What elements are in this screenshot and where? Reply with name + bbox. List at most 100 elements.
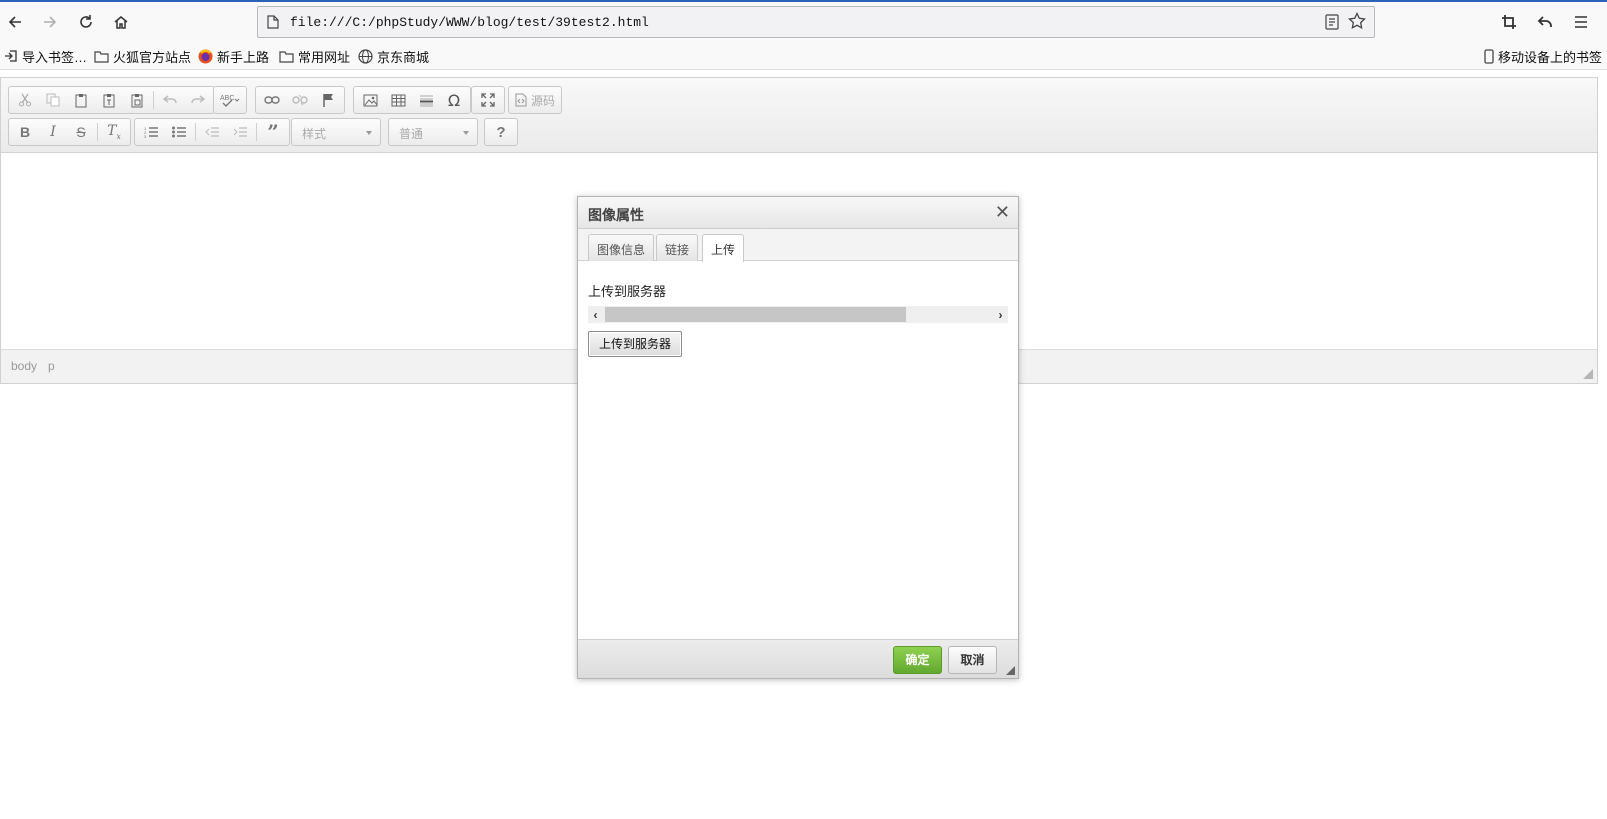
bookmark-label: 京东商城: [377, 49, 430, 65]
italic-icon[interactable]: I: [39, 120, 67, 144]
strikethrough-icon[interactable]: S: [67, 120, 95, 144]
paste-icon[interactable]: [67, 88, 95, 112]
path-item-p[interactable]: p: [48, 359, 55, 373]
editor-toolbar: ABC Ω 源码 B I S Tx 1 2 3 ” 样式 普通 ?: [1, 78, 1597, 153]
paste-word-icon[interactable]: [123, 88, 151, 112]
bookmark-star-icon[interactable]: [1348, 11, 1366, 33]
mobile-bookmarks-label: 移动设备上的书签: [1498, 49, 1603, 65]
svg-text:ABC: ABC: [220, 95, 234, 102]
outdent-icon[interactable]: [198, 120, 226, 144]
dialog-footer: 确定 取消: [578, 639, 1018, 678]
reader-view-icon[interactable]: [1325, 14, 1339, 33]
numbered-list-icon[interactable]: 123: [137, 120, 165, 144]
horizontal-rule-icon[interactable]: [412, 88, 440, 112]
source-button[interactable]: 源码: [511, 88, 559, 112]
cut-icon[interactable]: [11, 88, 39, 112]
chevron-down-icon: [366, 131, 372, 135]
bookmark-label: 火狐官方站点: [113, 49, 192, 65]
basic-style-group: B I S Tx: [8, 118, 131, 146]
paste-text-icon[interactable]: [95, 88, 123, 112]
spellcheck-group: ABC: [213, 86, 247, 114]
dialog-resize-handle[interactable]: [1006, 666, 1015, 675]
close-icon[interactable]: ✕: [995, 203, 1010, 221]
link-icon[interactable]: [258, 88, 286, 112]
image-properties-dialog: 图像属性 ✕ 图像信息 链接 上传 上传到服务器 ‹ › 上传到服务器 确定 取…: [577, 196, 1019, 679]
menu-icon[interactable]: [1568, 9, 1594, 35]
maximize-group: [471, 86, 505, 114]
blockquote-icon[interactable]: ”: [259, 120, 287, 144]
redo-icon[interactable]: [184, 88, 212, 112]
path-item-body[interactable]: body: [11, 359, 37, 373]
clipboard-group: [8, 86, 215, 114]
upload-to-server-button[interactable]: 上传到服务器: [588, 331, 682, 357]
help-icon[interactable]: ?: [487, 120, 515, 144]
back-icon[interactable]: [2, 9, 28, 35]
dialog-title: 图像属性: [588, 207, 644, 223]
toolbar-separator: [97, 123, 98, 141]
dialog-tabs: 图像信息 链接 上传: [578, 229, 1018, 262]
toolbar-separator: [195, 123, 196, 141]
bullet-list-icon[interactable]: [165, 120, 193, 144]
address-bar[interactable]: file:///C:/phpStudy/WWW/blog/test/39test…: [257, 6, 1375, 38]
undo-icon[interactable]: [156, 88, 184, 112]
list-group: 123 ”: [134, 118, 290, 146]
bookmark-firefox-site[interactable]: 火狐官方站点: [94, 47, 191, 65]
ok-button[interactable]: 确定: [893, 646, 942, 674]
file-input-scrollbar[interactable]: ‹ ›: [588, 306, 1008, 323]
mobile-bookmarks[interactable]: 移动设备上的书签: [1484, 47, 1602, 65]
folder-icon: [279, 50, 294, 63]
source-group: 源码: [508, 86, 563, 114]
chevron-down-icon: [463, 131, 469, 135]
folder-icon: [94, 50, 109, 63]
reload-icon[interactable]: [73, 9, 99, 35]
bookmarks-toolbar: 导入书签… 火狐官方站点 新手上路 常用网址 京东商城 移动设备上的书签: [0, 42, 1607, 70]
url-text[interactable]: file:///C:/phpStudy/WWW/blog/test/39test…: [290, 15, 649, 30]
tab-link[interactable]: 链接: [656, 234, 699, 261]
import-icon: [5, 50, 17, 62]
upload-field-label: 上传到服务器: [588, 284, 667, 299]
maximize-icon[interactable]: [474, 88, 502, 112]
scroll-left-icon[interactable]: ‹: [588, 306, 603, 323]
svg-text:3: 3: [144, 134, 147, 138]
dialog-titlebar[interactable]: 图像属性 ✕: [578, 197, 1018, 229]
style-dropdown[interactable]: 样式: [291, 118, 381, 146]
bookmark-import[interactable]: 导入书签…: [4, 47, 87, 65]
bookmark-jd[interactable]: 京东商城: [358, 47, 429, 65]
format-combo-label: 普通: [399, 127, 424, 141]
source-label: 源码: [531, 93, 556, 108]
globe-icon: [358, 48, 373, 64]
tab-image-info[interactable]: 图像信息: [588, 234, 655, 261]
tab-upload[interactable]: 上传: [702, 234, 745, 262]
bold-icon[interactable]: B: [11, 120, 39, 144]
copy-icon[interactable]: [39, 88, 67, 112]
home-icon[interactable]: [108, 9, 134, 35]
unlink-icon[interactable]: [286, 88, 314, 112]
indent-icon[interactable]: [226, 120, 254, 144]
bookmark-label: 导入书签…: [22, 49, 88, 65]
help-group: ?: [484, 118, 518, 146]
screenshot-icon[interactable]: [1496, 9, 1522, 35]
mobile-device-icon: [1484, 48, 1494, 64]
remove-format-icon[interactable]: Tx: [100, 120, 128, 144]
anchor-flag-icon[interactable]: [314, 88, 342, 112]
bookmark-getting-started[interactable]: 新手上路: [198, 47, 269, 65]
table-icon[interactable]: [384, 88, 412, 112]
cancel-button[interactable]: 取消: [948, 646, 997, 674]
toolbar-separator: [256, 123, 257, 141]
scroll-right-icon[interactable]: ›: [993, 306, 1008, 323]
scrollbar-thumb[interactable]: [605, 307, 906, 322]
link-group: [255, 86, 345, 114]
page-icon: [267, 15, 279, 32]
bookmark-common-sites[interactable]: 常用网址: [279, 47, 350, 65]
firefox-icon: [198, 49, 213, 63]
editor-resize-handle[interactable]: [1583, 369, 1593, 379]
browser-toolbar: file:///C:/phpStudy/WWW/blog/test/39test…: [0, 0, 1607, 42]
bookmark-label: 新手上路: [217, 49, 270, 65]
style-combo-label: 样式: [302, 127, 327, 141]
format-dropdown[interactable]: 普通: [388, 118, 478, 146]
spellcheck-icon[interactable]: ABC: [216, 88, 244, 112]
image-icon[interactable]: [356, 88, 384, 112]
special-char-icon[interactable]: Ω: [440, 88, 468, 112]
forward-icon[interactable]: [37, 9, 63, 35]
undo-close-icon[interactable]: [1532, 9, 1558, 35]
